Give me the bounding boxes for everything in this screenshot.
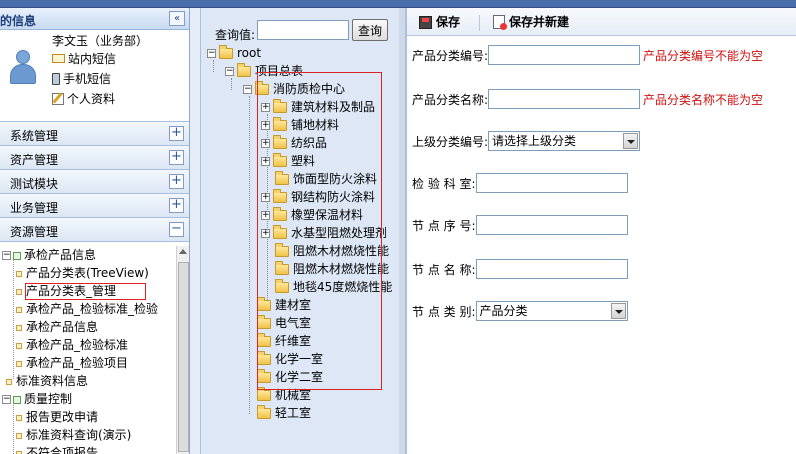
tree-item[interactable]: 不符合项报告 bbox=[16, 444, 98, 454]
folder-icon bbox=[219, 45, 233, 59]
collapse-icon[interactable]: − bbox=[169, 222, 184, 237]
accordion-assets[interactable]: 资产管理 + bbox=[0, 146, 189, 170]
my-info-title: 我的信息 bbox=[0, 14, 37, 28]
page-icon bbox=[16, 288, 22, 295]
accordion-business[interactable]: 业务管理 + bbox=[0, 194, 189, 218]
node-type-select[interactable]: 产品分类 bbox=[475, 301, 628, 321]
query-input[interactable] bbox=[257, 20, 349, 40]
tree-item[interactable]: 承检产品_检验项目 bbox=[16, 354, 128, 372]
parent-code-select[interactable]: 请选择上级分类 bbox=[488, 131, 641, 151]
folder-icon bbox=[237, 63, 251, 77]
accordion-test[interactable]: 测试模块 + bbox=[0, 170, 189, 194]
save-and-new-button[interactable]: 保存并新建 bbox=[493, 13, 569, 31]
tree-item[interactable]: 承检产品信息 bbox=[16, 318, 98, 336]
expand-icon[interactable]: + bbox=[169, 174, 184, 189]
avatar-icon bbox=[8, 50, 38, 86]
expand-icon[interactable]: + bbox=[169, 198, 184, 213]
left-panel: 我的信息 « 李文玉（业务部） 站内短信 手机短信 个人资料 系统管理+ 资产管… bbox=[0, 8, 190, 454]
accordion-resources[interactable]: 资源管理 − bbox=[0, 218, 189, 242]
save-icon bbox=[419, 15, 432, 29]
page-icon bbox=[16, 342, 22, 349]
tree-item[interactable]: 标准资料信息 bbox=[6, 372, 88, 390]
sms-link[interactable]: 手机短信 bbox=[52, 70, 111, 87]
field-category-name: 产品分类名称: 产品分类名称不能为空 bbox=[412, 88, 763, 110]
accordion-system[interactable]: 系统管理 + bbox=[0, 122, 189, 146]
edit-icon bbox=[52, 92, 64, 105]
page-icon bbox=[16, 270, 22, 277]
tree-item[interactable]: 承检产品_检验标准_检验 bbox=[16, 300, 158, 318]
collapse-node-icon[interactable]: − bbox=[207, 49, 216, 58]
tree-item[interactable]: 承检产品_检验标准 bbox=[16, 336, 128, 354]
tree-item[interactable]: 产品分类表(TreeView) bbox=[16, 264, 149, 282]
lab-input[interactable] bbox=[475, 173, 628, 193]
field-lab: 检 验 科 室: bbox=[412, 172, 628, 194]
user-info: 李文玉（业务部） 站内短信 手机短信 个人资料 bbox=[0, 30, 189, 122]
page-icon bbox=[16, 432, 22, 439]
folder-icon bbox=[257, 387, 271, 401]
field-node-order: 节 点 序 号: bbox=[412, 214, 628, 236]
tree-item[interactable]: 报告更改申请 bbox=[16, 408, 98, 426]
page-icon bbox=[16, 450, 22, 454]
expand-icon[interactable]: + bbox=[169, 150, 184, 165]
left-scrollbar[interactable] bbox=[176, 246, 189, 454]
tree-item[interactable]: 标准资料查询(演示) bbox=[16, 426, 131, 444]
category-code-input[interactable] bbox=[488, 45, 641, 65]
tree-group-products[interactable]: − 承检产品信息 bbox=[2, 246, 96, 264]
query-button[interactable]: 查询 bbox=[352, 19, 388, 41]
node-order-input[interactable] bbox=[475, 215, 628, 235]
scroll-thumb[interactable] bbox=[178, 262, 189, 452]
chevron-down-icon[interactable] bbox=[610, 303, 626, 319]
expand-icon[interactable]: + bbox=[169, 126, 184, 141]
category-form: 保存 保存并新建 产品分类编号: 产品分类编号不能为空 产品分类名称: 产品分类… bbox=[406, 8, 796, 454]
category-name-error: 产品分类名称不能为空 bbox=[643, 92, 764, 107]
top-bar bbox=[0, 0, 796, 8]
phone-icon bbox=[52, 72, 60, 85]
page-icon bbox=[16, 360, 22, 367]
save-button[interactable]: 保存 bbox=[419, 13, 460, 31]
category-name-input[interactable] bbox=[488, 89, 641, 109]
field-category-code: 产品分类编号: 产品分类编号不能为空 bbox=[412, 44, 763, 66]
form-toolbar: 保存 保存并新建 bbox=[407, 8, 796, 36]
tree-node-room[interactable]: 轻工室 bbox=[257, 404, 311, 422]
resource-tree: − 承检产品信息 产品分类表(TreeView) 产品分类表_管理 承检产品_检验… bbox=[0, 246, 176, 454]
field-node-name: 节 点 名 称: bbox=[412, 258, 628, 280]
page-icon bbox=[16, 324, 22, 331]
category-code-error: 产品分类编号不能为空 bbox=[643, 48, 764, 63]
user-name: 李文玉（业务部） bbox=[52, 34, 149, 48]
middle-scrollbar[interactable] bbox=[399, 8, 405, 454]
page-icon bbox=[16, 306, 22, 313]
highlight-box bbox=[257, 72, 382, 390]
tree-group-quality[interactable]: − 质量控制 bbox=[2, 390, 72, 408]
collapse-node-icon[interactable]: − bbox=[2, 251, 11, 260]
inbox-link[interactable]: 站内短信 bbox=[52, 50, 116, 67]
new-document-icon bbox=[493, 15, 507, 30]
tree-node-root[interactable]: − root bbox=[207, 44, 261, 62]
chevron-down-icon[interactable] bbox=[623, 133, 639, 149]
query-label: 查询值: bbox=[215, 28, 256, 42]
field-parent-code: 上级分类编号: 请选择上级分类 bbox=[412, 130, 641, 152]
field-node-type: 节 点 类 别: 产品分类 bbox=[412, 300, 628, 322]
my-info-header: 我的信息 « bbox=[0, 8, 189, 30]
scroll-up-icon[interactable] bbox=[179, 249, 187, 254]
collapse-node-icon[interactable]: − bbox=[243, 85, 252, 94]
page-icon bbox=[16, 414, 22, 421]
page-icon bbox=[6, 378, 12, 385]
folder-icon bbox=[257, 405, 271, 419]
module-icon bbox=[13, 395, 21, 404]
module-icon bbox=[13, 251, 21, 260]
node-name-input[interactable] bbox=[475, 259, 628, 279]
collapse-node-icon[interactable]: − bbox=[225, 67, 234, 76]
selection-highlight bbox=[25, 283, 146, 300]
profile-link[interactable]: 个人资料 bbox=[52, 90, 115, 107]
category-tree-panel: 查询值: 查询 − root − 项目总表 − 消防质检中心 + 建筑材料及制品 + 铺地… bbox=[200, 8, 406, 454]
collapse-panel-button[interactable]: « bbox=[169, 11, 185, 26]
collapse-node-icon[interactable]: − bbox=[2, 395, 11, 404]
mail-icon bbox=[52, 54, 65, 63]
